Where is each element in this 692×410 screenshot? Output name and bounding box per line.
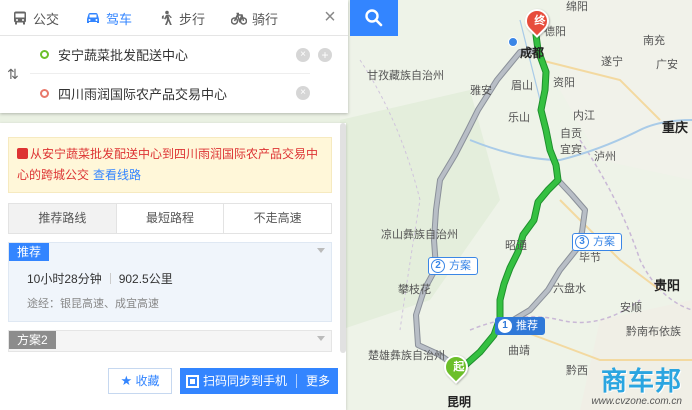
tab-shortest-distance[interactable]: 最短路程: [116, 204, 225, 233]
current-location-icon: [508, 37, 518, 47]
tab-label: 步行: [179, 11, 206, 27]
map-label-luzhou: 泸州: [594, 151, 616, 163]
action-bar: ★ 收藏 扫码同步到手机 更多: [108, 368, 339, 394]
qr-code-icon: [186, 374, 199, 388]
close-icon[interactable]: ×: [320, 7, 340, 28]
route-strategy-tabs: 推荐路线 最短路程 不走高速: [8, 203, 332, 234]
notice-text: 从安宁蔬菜批发配送中心到四川雨润国际农产品交易中心的跨城公交: [17, 147, 319, 182]
tab-bike[interactable]: 骑行: [219, 0, 292, 36]
send-to-phone-button[interactable]: 扫码同步到手机 更多: [180, 368, 339, 394]
bus-icon: [17, 148, 28, 159]
plan-tag-label: 方案: [593, 236, 615, 248]
map-label-kunming: 昆明: [447, 395, 472, 409]
map-label-ziyang: 资阳: [553, 77, 575, 89]
tab-walk[interactable]: 步行: [146, 0, 219, 36]
map-label-meishan: 眉山: [511, 80, 533, 92]
map-label-neijiang: 内江: [573, 110, 595, 122]
plan-via: 途经：银昆高速、成宜高速: [27, 298, 159, 310]
map-label-qiannan: 黔南布依族: [626, 326, 681, 338]
tab-label: 骑行: [252, 11, 279, 27]
plan-number: 1: [498, 319, 512, 333]
map-label-suining: 遂宁: [601, 56, 623, 68]
plan-tag-label: 方案: [449, 260, 471, 272]
route-inputs: ⇅ × + ×: [0, 36, 348, 112]
map-label-yaan: 雅安: [470, 85, 492, 97]
search-button[interactable]: [350, 0, 398, 36]
watermark-url: www.cvzone.com.cn: [591, 396, 682, 407]
map-label-zigong: 自贡: [560, 128, 582, 140]
plan-number: 3: [575, 235, 589, 249]
map-label-qianxi: 黔西: [566, 365, 588, 377]
more-button[interactable]: 更多: [306, 368, 330, 394]
map-label-yibin: 宜宾: [560, 144, 582, 156]
plan-number: 2: [431, 259, 445, 273]
tab-avoid-highway[interactable]: 不走高速: [224, 204, 332, 233]
plan-card-1[interactable]: 推荐 10小时28分钟 902.5公里 途经：银昆高速、成宜高速: [8, 242, 332, 322]
plan-duration: 10小时28分钟: [27, 272, 102, 286]
chevron-down-icon[interactable]: [317, 336, 325, 341]
map-label-nanchong: 南充: [643, 35, 665, 47]
map-label-anshun: 安顺: [620, 302, 642, 314]
plan-stats: 10小时28分钟 902.5公里: [9, 261, 331, 287]
start-row: × +: [30, 36, 332, 74]
tab-drive[interactable]: 驾车: [73, 0, 146, 36]
favorite-button[interactable]: ★ 收藏: [108, 368, 172, 394]
bus-icon: [14, 11, 26, 25]
divider: [296, 374, 298, 388]
start-dot-icon: [40, 50, 49, 59]
divider: [109, 273, 111, 284]
map-label-leshan: 乐山: [508, 112, 530, 124]
map-label-chongqing: 重庆: [662, 120, 689, 135]
send-label: 扫码同步到手机: [203, 374, 288, 388]
map-label-guiyang: 贵阳: [654, 278, 681, 293]
map-label-chuxiong: 楚雄彝族自治州: [368, 350, 445, 362]
map-plan-tag-2[interactable]: 2 方案: [428, 257, 478, 275]
map-label-liangshan: 凉山彝族自治州: [381, 229, 458, 241]
map-label-zhaotong: 昭通: [505, 240, 527, 252]
route-input-card: 公交 驾车 步行 骑行 × ⇅ × + ×: [0, 0, 348, 113]
plan-badge: 推荐: [9, 243, 50, 261]
plan-badge: 方案2: [9, 331, 56, 349]
map-label-ganzi: 甘孜藏族自治州: [367, 70, 444, 82]
map-plan-tag-1[interactable]: 1 推荐: [495, 317, 545, 335]
map-label-chengdu: 成都: [520, 46, 545, 60]
end-dot-icon: [40, 88, 49, 98]
map-label-bijie: 毕节: [579, 252, 601, 264]
add-waypoint-icon[interactable]: +: [318, 48, 332, 62]
search-icon: [365, 9, 383, 27]
view-lines-link[interactable]: 查看线路: [93, 168, 141, 182]
map-label-qujing: 曲靖: [508, 345, 530, 357]
watermark: 商车邦 www.cvzone.com.cn: [591, 366, 682, 407]
panel-scrollbar[interactable]: [340, 123, 346, 353]
clear-end-icon[interactable]: ×: [296, 86, 310, 100]
map-label-mianyang: 绵阳: [566, 1, 588, 13]
plan-card-2[interactable]: 方案2: [8, 330, 332, 352]
map-label-liupanshui: 六盘水: [553, 283, 586, 295]
end-row: ×: [30, 74, 310, 112]
map-label-guangan: 广安: [656, 59, 678, 71]
cross-city-bus-notice: 从安宁蔬菜批发配送中心到四川雨润国际农产品交易中心的跨城公交 查看线路: [8, 137, 332, 193]
map-plan-tag-3[interactable]: 3 方案: [572, 233, 622, 251]
result-panel: 从安宁蔬菜批发配送中心到四川雨润国际农产品交易中心的跨城公交 查看线路 推荐路线 …: [0, 123, 346, 410]
travel-mode-tabs: 公交 驾车 步行 骑行 ×: [0, 0, 348, 36]
plan-tag-label: 推荐: [516, 320, 538, 332]
start-input[interactable]: [58, 47, 290, 62]
map-label-panzhihua: 攀枝花: [398, 284, 431, 296]
chevron-down-icon[interactable]: [317, 248, 325, 253]
clear-start-icon[interactable]: ×: [296, 47, 310, 62]
watermark-logo: 商车邦: [600, 366, 682, 396]
plan-distance: 902.5公里: [118, 272, 173, 286]
end-input[interactable]: [58, 85, 290, 101]
star-icon: ★: [120, 373, 133, 388]
car-icon: [87, 13, 100, 23]
tab-label: 公交: [33, 11, 60, 27]
bike-icon: [231, 12, 248, 25]
tab-bus[interactable]: 公交: [0, 0, 73, 36]
walk-icon: [161, 10, 173, 25]
swap-icon[interactable]: ⇅: [7, 66, 19, 83]
tab-label: 驾车: [106, 11, 133, 27]
tab-recommended-route[interactable]: 推荐路线: [9, 204, 117, 233]
